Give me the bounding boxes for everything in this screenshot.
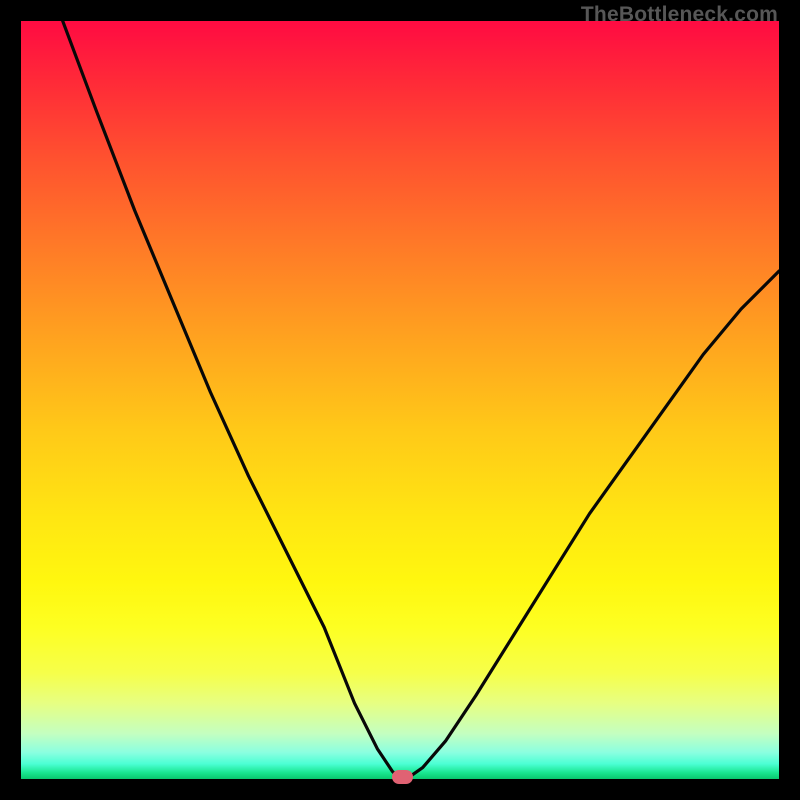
bottleneck-curve <box>63 21 779 778</box>
curve-svg <box>21 21 779 779</box>
chart-container: TheBottleneck.com <box>0 0 800 800</box>
minimum-marker <box>392 770 413 784</box>
